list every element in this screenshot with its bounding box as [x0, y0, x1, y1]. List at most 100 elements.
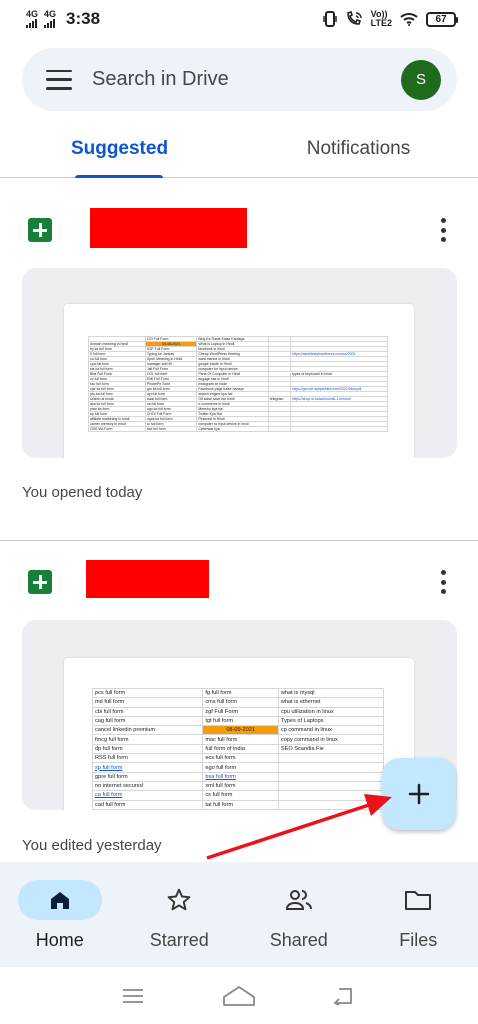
- preview-cell: cag full form: [91, 715, 204, 727]
- shared-icon: [285, 890, 312, 910]
- home-outline-icon: [223, 985, 255, 1006]
- status-right: Vo)) LTE2 67: [322, 10, 458, 28]
- nav-files[interactable]: Files: [359, 862, 478, 967]
- preview-row: fmcg full form mac full form copy command …: [91, 734, 385, 745]
- lte-label: LTE2: [370, 18, 392, 28]
- back-button[interactable]: [325, 981, 365, 1011]
- file-preview[interactable]: CSI Full Form Bing Ke Raste Kaise Kahtega…: [22, 268, 457, 458]
- preview-cell: [277, 771, 385, 782]
- preview-cell: [277, 762, 385, 773]
- preview-cell: cp command in linux: [277, 725, 385, 736]
- spreadsheet-preview: pcs full form fg full form what is mysql md…: [64, 658, 414, 810]
- preview-cell: tgt full form: [202, 715, 279, 727]
- system-navigation: [0, 967, 478, 1024]
- preview-cell: [277, 790, 385, 801]
- vibrate-icon: [322, 11, 337, 27]
- preview-cell: CBS MA Form: [88, 426, 146, 432]
- nav-shared-label: Shared: [269, 930, 328, 950]
- status-bar: 4G 4G 3:38 Vo)) LTE2 67: [0, 0, 478, 38]
- preview-cell: SEO Scandia Fie: [277, 743, 385, 755]
- tab-suggested[interactable]: Suggested: [0, 120, 239, 178]
- nav-shared[interactable]: Shared: [239, 862, 359, 967]
- tab-bar: Suggested Notifications: [0, 120, 478, 178]
- signal-sim1-icon: 4G: [26, 10, 38, 28]
- preview-grid: pcs full form fg full form what is mysql md…: [91, 687, 385, 810]
- preview-row: gpre full form bsa full form: [91, 771, 385, 782]
- clock: 3:38: [66, 9, 101, 28]
- preview-row: ca full form cs full form: [91, 790, 385, 801]
- nav-home[interactable]: Home: [0, 862, 120, 967]
- search-input[interactable]: Search in Drive: [92, 68, 401, 91]
- spreadsheet-preview: CSI Full Form Bing Ke Raste Kaise Kahtega…: [64, 304, 414, 458]
- search-bar[interactable]: Search in Drive S: [22, 48, 457, 111]
- battery-indicator: 67: [426, 11, 458, 27]
- redacted-file-name: [90, 208, 247, 248]
- bottom-navigation: Home Starred Shared Files: [0, 862, 478, 967]
- file-card[interactable]: CSI Full Form Bing Ke Raste Kaise Kahtega…: [0, 200, 478, 530]
- preview-cell: ca full form: [91, 790, 204, 801]
- divider: [0, 540, 478, 541]
- home-icon: [50, 892, 69, 909]
- preview-row: pcs full form fg full form what is mysql: [91, 687, 385, 699]
- tab-notifications[interactable]: Notifications: [239, 120, 478, 177]
- preview-cell: RSS full form: [91, 753, 204, 764]
- preview-cell: xml full form: [202, 780, 279, 792]
- wifi-icon: [400, 13, 418, 26]
- preview-row: cag full form tgt full form Types of Lapto…: [91, 715, 385, 727]
- file-activity-text: You edited yesterday: [22, 837, 162, 854]
- home-button[interactable]: [219, 981, 259, 1011]
- preview-cell: what is mysql: [277, 687, 385, 699]
- preview-cell: cancel linkedin premium: [91, 725, 204, 736]
- preview-row: CBS MA Form ssd full form Cyberwar kya: [88, 426, 388, 432]
- preview-cell: full form of india: [202, 743, 279, 755]
- more-options-icon[interactable]: [440, 218, 446, 242]
- sheets-icon: [28, 218, 52, 242]
- preview-cell: cpu utilization in linux: [277, 706, 385, 717]
- nav-shared-pill: [257, 880, 341, 920]
- volte-indicator: Vo)) LTE2: [371, 10, 392, 28]
- signal-sim2-icon: 4G: [44, 10, 56, 28]
- preview-row: no internet secured xml full form: [91, 780, 385, 792]
- menu-icon[interactable]: [46, 69, 72, 90]
- preview-cell: cms full form: [202, 697, 279, 708]
- recents-button[interactable]: [113, 981, 153, 1011]
- redacted-file-name: [86, 560, 209, 598]
- preview-row: cbi full form zgf Full Form cpu utilizatio…: [91, 706, 385, 717]
- nav-home-pill: [17, 880, 102, 920]
- preview-cell: ecs full form: [202, 753, 279, 764]
- wifi-calling-icon: [346, 11, 362, 25]
- file-card-header: [0, 200, 478, 260]
- folder-icon: [405, 891, 432, 910]
- star-icon: [167, 888, 191, 911]
- preview-cell: dp full form: [91, 743, 204, 755]
- preview-row: dp full form full form of india SEO Scandi…: [91, 743, 385, 755]
- nav-files-pill: [376, 880, 460, 920]
- preview-cell: zgf Full Form: [202, 706, 279, 717]
- network-type-label: 4G: [44, 9, 57, 19]
- preview-cell: 08-09-2021: [202, 725, 279, 736]
- preview-cell: fg full form: [202, 687, 279, 699]
- preview-cell: cbi full form: [91, 706, 204, 717]
- preview-cell: md full form: [91, 697, 204, 708]
- more-options-icon[interactable]: [440, 570, 446, 594]
- network-type-label: 4G: [26, 9, 39, 19]
- recents-icon: [123, 988, 143, 1003]
- preview-cell: ssd full form: [144, 426, 198, 432]
- preview-row: RSS full form ecs full form: [91, 753, 385, 764]
- back-icon: [333, 987, 352, 1006]
- preview-cell: sp full form: [91, 762, 204, 773]
- account-avatar[interactable]: S: [401, 59, 441, 100]
- nav-starred[interactable]: Starred: [120, 862, 240, 967]
- preview-cell: [267, 426, 292, 432]
- preview-grid: CSI Full Form Bing Ke Raste Kaise Kahtega…: [88, 336, 388, 432]
- preview-row: md full form cms full form what is etherne…: [91, 697, 385, 708]
- preview-cell: no internet secured: [91, 780, 204, 792]
- preview-cell: [277, 780, 385, 792]
- nav-starred-label: Starred: [149, 930, 209, 950]
- preview-cell: what is ethernet: [277, 697, 385, 708]
- preview-row: cad full form tat full form: [91, 799, 385, 810]
- preview-cell: pcs full form: [91, 687, 204, 699]
- new-file-button[interactable]: [382, 758, 456, 830]
- nav-starred-pill: [137, 880, 221, 920]
- status-left: 4G 4G 3:38: [26, 9, 100, 29]
